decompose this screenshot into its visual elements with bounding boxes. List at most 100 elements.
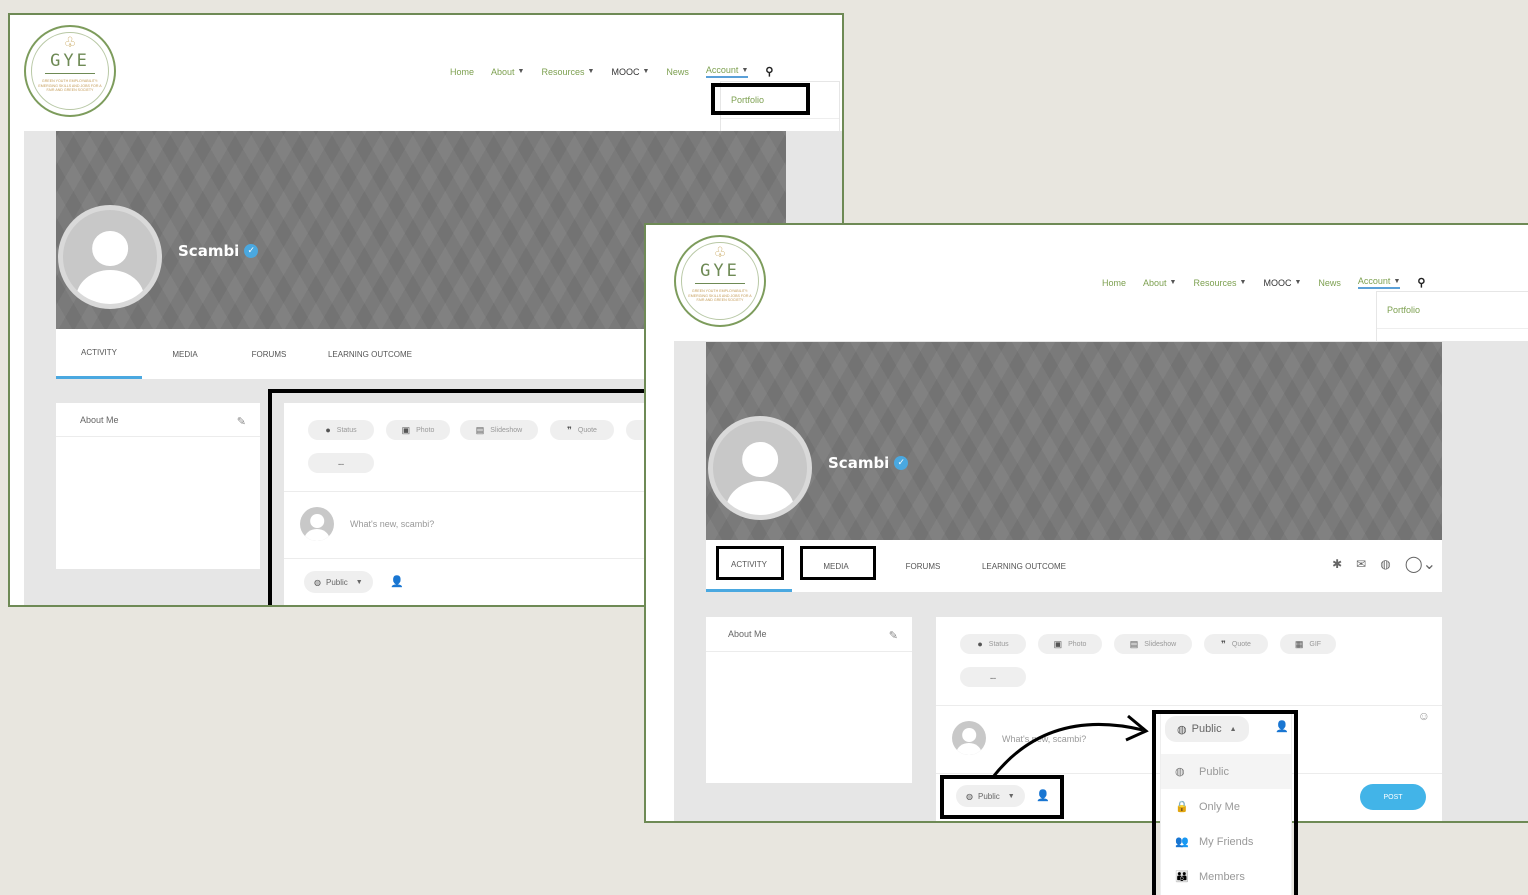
chevron-down-icon: ▼	[1294, 279, 1302, 286]
user-plus-icon[interactable]: 👤	[390, 575, 404, 588]
chevron-down-icon: ▼	[517, 68, 525, 75]
slideshow-pill[interactable]: ▤ Slideshow	[1114, 634, 1192, 654]
group-icon[interactable]: ✱	[1332, 557, 1342, 571]
privacy-menu: ◍ Public ▲ 👤 ◍ Public 🔒 Only Me 👥 My Friends …	[1160, 714, 1292, 895]
lock-icon: 🔒	[1175, 801, 1189, 813]
avatar-head	[962, 728, 976, 743]
nav-mooc[interactable]: MOOC ▼	[1263, 278, 1301, 288]
privacy-button-open[interactable]: ◍ Public ▲	[1165, 716, 1249, 742]
slideshow-icon: ▤	[475, 424, 485, 435]
privacy-button[interactable]: ◍ Public ▼	[304, 571, 373, 593]
globe-icon: ◍	[314, 577, 321, 587]
nav-account[interactable]: Account ▼	[1357, 276, 1401, 289]
user-plus-icon[interactable]: 👤	[1275, 720, 1289, 733]
composer-avatar	[300, 507, 334, 541]
dropdown-portfolio[interactable]: Portfolio	[1377, 292, 1528, 329]
profile-tabs: ACTIVITY MEDIA FORUMS LEARNING OUTCOME ✱…	[706, 540, 1442, 592]
slideshow-pill[interactable]: ▤ Slideshow	[460, 420, 538, 440]
main-nav: Home About ▼ Resources ▼ MOOC ▼ News Accoun…	[1102, 276, 1425, 289]
nav-account-label: Account	[1357, 276, 1391, 286]
privacy-option-only-me[interactable]: 🔒 Only Me	[1161, 789, 1291, 824]
about-me-title: About Me	[728, 629, 767, 639]
verified-icon: ✓	[244, 244, 259, 258]
card-divider	[706, 651, 912, 652]
status-pill[interactable]: ● Status	[960, 634, 1026, 654]
cover-photo	[706, 342, 1442, 540]
privacy-option-members[interactable]: 👪 Members	[1161, 859, 1291, 894]
user-menu-icon[interactable]: ◯⌄	[1405, 554, 1436, 574]
profile-username: Scambi ✓	[828, 454, 909, 472]
chevron-down-icon: ▼	[587, 68, 595, 75]
tab-learning-outcome[interactable]: LEARNING OUTCOME	[320, 329, 420, 379]
edit-icon[interactable]: ✎	[237, 415, 246, 428]
slideshow-label: Slideshow	[1144, 640, 1177, 648]
tab-learning-outcome[interactable]: LEARNING OUTCOME	[974, 540, 1074, 592]
tab-activity[interactable]: ACTIVITY	[56, 329, 142, 379]
photo-label: Photo	[1068, 640, 1087, 648]
nav-home[interactable]: Home	[450, 67, 474, 77]
quote-pill[interactable]: ❞ Quote	[1204, 634, 1268, 654]
photo-pill[interactable]: ▣ Photo	[1038, 634, 1102, 654]
post-button[interactable]: POST	[1360, 784, 1426, 810]
profile-avatar[interactable]	[708, 416, 812, 520]
nav-news[interactable]: News	[1318, 278, 1341, 288]
edit-icon[interactable]: ✎	[889, 629, 898, 642]
logo-brand: GYE	[50, 51, 90, 71]
status-pill[interactable]: ● Status	[308, 420, 374, 440]
globe-icon[interactable]: ◍	[1380, 557, 1390, 571]
composer-divider	[936, 705, 1442, 706]
logo-divider	[45, 73, 95, 74]
nav-mooc[interactable]: MOOC ▼	[611, 67, 649, 77]
nav-about[interactable]: About ▼	[1143, 278, 1176, 288]
composer-placeholder[interactable]: What's new, scambi?	[350, 519, 434, 529]
logo-tagline: GREEN YOUTH EMPLOYABILITY: EMERGING SKIL…	[38, 79, 102, 93]
nav-resources[interactable]: Resources ▼	[1193, 278, 1246, 288]
photo-pill[interactable]: ▣ Photo	[386, 420, 450, 440]
chevron-down-icon: ▼	[355, 578, 363, 586]
chevron-down-icon: ▼	[1169, 279, 1177, 286]
leaf-icon: ♧	[63, 35, 77, 51]
nav-account[interactable]: Account ▼	[705, 65, 749, 78]
about-me-card: About Me ✎	[706, 617, 912, 783]
tab-activity[interactable]: ACTIVITY	[706, 540, 792, 592]
dropdown-portfolio[interactable]: Portfolio	[721, 82, 839, 119]
mail-icon[interactable]: ✉	[1356, 557, 1366, 571]
gye-logo[interactable]: ♧ GYE GREEN YOUTH EMPLOYABILITY: EMERGIN…	[674, 235, 766, 327]
globe-icon: ◍	[1177, 723, 1187, 736]
chevron-down-icon: ▼	[1393, 277, 1401, 285]
more-pill[interactable]: ...	[960, 667, 1026, 687]
avatar-head	[742, 441, 778, 478]
emoji-icon[interactable]: ☺	[1418, 709, 1430, 723]
privacy-option-public[interactable]: ◍ Public	[1161, 754, 1291, 789]
quote-pill[interactable]: ❞ Quote	[550, 420, 614, 440]
avatar-body	[726, 481, 794, 515]
search-icon[interactable]: ⚲	[1417, 276, 1425, 289]
avatar-body	[304, 529, 330, 541]
globe-icon: ◍	[1175, 766, 1185, 778]
composer-placeholder[interactable]: What's new, scambi?	[1002, 734, 1086, 744]
nav-resources[interactable]: Resources ▼	[541, 67, 594, 77]
slideshow-icon: ▤	[1129, 638, 1139, 649]
gif-pill[interactable]: ▦ GIF	[1280, 634, 1336, 654]
tab-forums[interactable]: FORUMS	[234, 329, 304, 379]
avatar-head	[310, 514, 324, 529]
photo-icon: ▣	[401, 424, 411, 435]
tab-media[interactable]: MEDIA	[156, 329, 214, 379]
about-me-title: About Me	[80, 415, 119, 425]
profile-avatar[interactable]	[58, 205, 162, 309]
search-icon[interactable]: ⚲	[765, 65, 773, 78]
tab-media[interactable]: MEDIA	[806, 540, 866, 592]
slideshow-label: Slideshow	[490, 426, 523, 434]
user-plus-icon[interactable]: 👤	[1036, 789, 1050, 802]
privacy-option-my-friends[interactable]: 👥 My Friends	[1161, 824, 1291, 859]
nav-about[interactable]: About ▼	[491, 67, 524, 77]
tab-forums[interactable]: FORUMS	[888, 540, 958, 592]
privacy-options: ◍ Public 🔒 Only Me 👥 My Friends 👪 Members	[1161, 754, 1291, 894]
more-pill[interactable]: ...	[308, 453, 374, 473]
nav-news[interactable]: News	[666, 67, 689, 77]
nav-home[interactable]: Home	[1102, 278, 1126, 288]
screenshot-2: ♧ GYE GREEN YOUTH EMPLOYABILITY: EMERGIN…	[644, 223, 1528, 823]
username-text: Scambi	[828, 454, 890, 472]
gye-logo[interactable]: ♧ GYE GREEN YOUTH EMPLOYABILITY: EMERGIN…	[24, 25, 116, 117]
privacy-button[interactable]: ◍ Public ▼	[956, 785, 1025, 807]
